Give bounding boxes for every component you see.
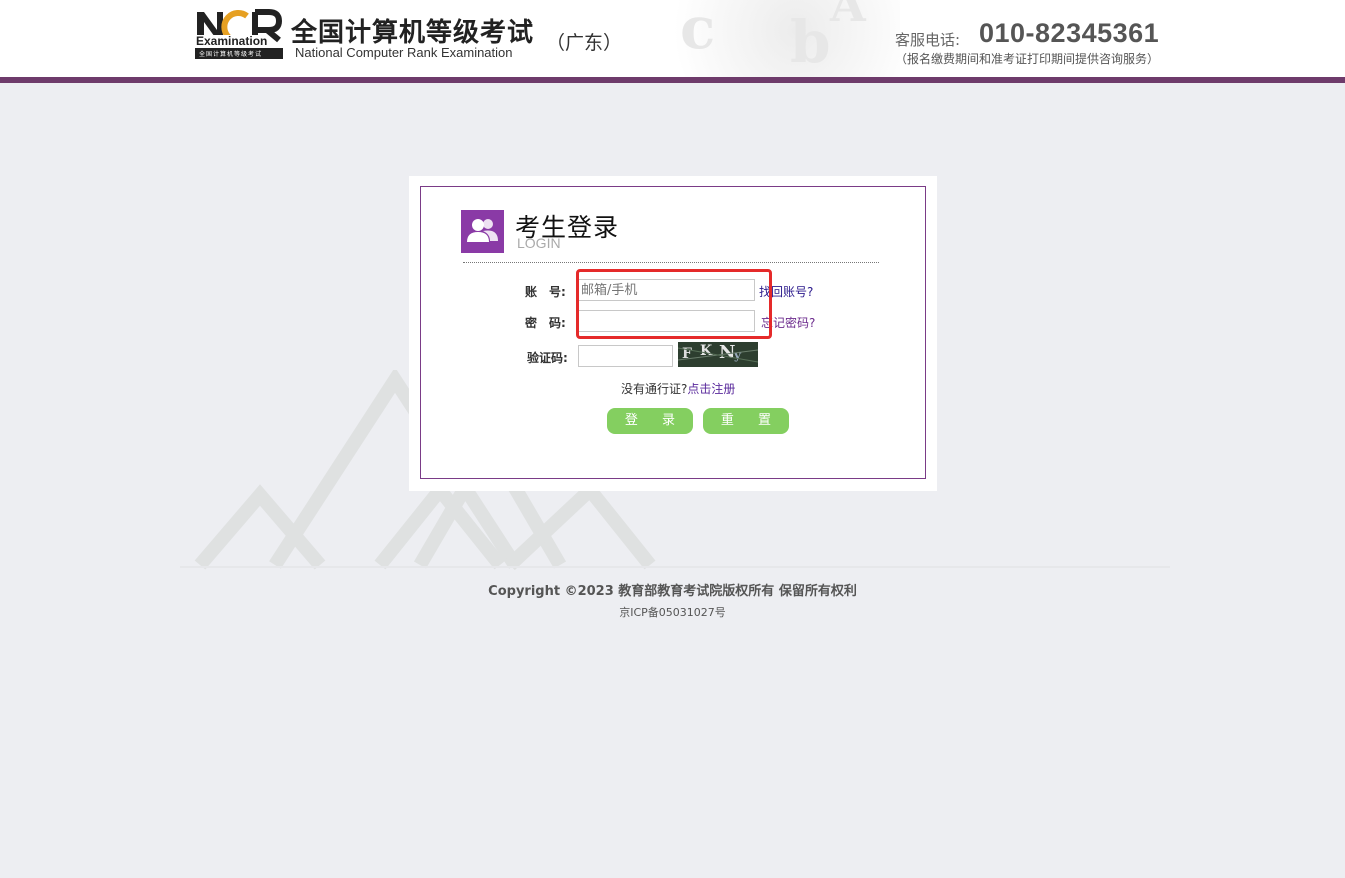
captcha-label: 验证码: — [527, 351, 568, 365]
header-bar — [0, 77, 1345, 83]
hotline-note: （报名缴费期间和准考证打印期间提供咨询服务） — [895, 52, 1160, 66]
captcha-image[interactable]: F K N y — [678, 342, 758, 367]
logo-sub-text: Examination — [196, 34, 268, 48]
no-pass-text: 没有通行证? — [621, 382, 688, 396]
site-header: c b A Examination 全国计算机等级考试 全国计算机等级考试 Na… — [0, 0, 1345, 77]
credentials-highlight-box — [576, 269, 772, 339]
brand-title-cn: 全国计算机等级考试 — [291, 18, 535, 48]
region-label: （广东） — [546, 32, 623, 54]
login-button[interactable]: 登 录 — [607, 408, 693, 434]
account-label: 账 号: — [525, 285, 566, 299]
login-subtitle: LOGIN — [517, 235, 561, 251]
users-icon — [461, 210, 504, 253]
reset-button[interactable]: 重 置 — [703, 408, 789, 434]
icp-number: 京ICP备05031027号 — [619, 606, 726, 619]
brand-title-en: National Computer Rank Examination — [295, 45, 513, 60]
copyright-text: Copyright ©2023 教育部教育考试院版权所有 保留所有权利 — [488, 584, 857, 599]
password-label: 密 码: — [525, 316, 566, 330]
hotline-number: 010-82345361 — [979, 18, 1160, 48]
logo-caption: 全国计算机等级考试 — [199, 51, 263, 58]
hotline-label: 客服电话: — [895, 31, 961, 49]
register-link[interactable]: 点击注册 — [687, 382, 735, 396]
captcha-input[interactable] — [578, 345, 673, 367]
ncr-logo[interactable]: Examination 全国计算机等级考试 — [195, 8, 283, 59]
deco-glyph: b — [790, 8, 831, 76]
register-prompt: 没有通行证?点击注册 — [621, 380, 735, 397]
deco-glyph: c — [680, 0, 716, 62]
captcha-noise — [678, 347, 758, 363]
login-panel: 考生登录 LOGIN 账 号: 找回账号? 密 码: 忘记密码? 验证码: F … — [420, 186, 926, 479]
deco-glyph: A — [830, 0, 866, 32]
login-card: 考生登录 LOGIN 账 号: 找回账号? 密 码: 忘记密码? 验证码: F … — [409, 176, 937, 491]
title-divider — [463, 262, 879, 263]
header-decoration: c b A — [640, 0, 900, 77]
